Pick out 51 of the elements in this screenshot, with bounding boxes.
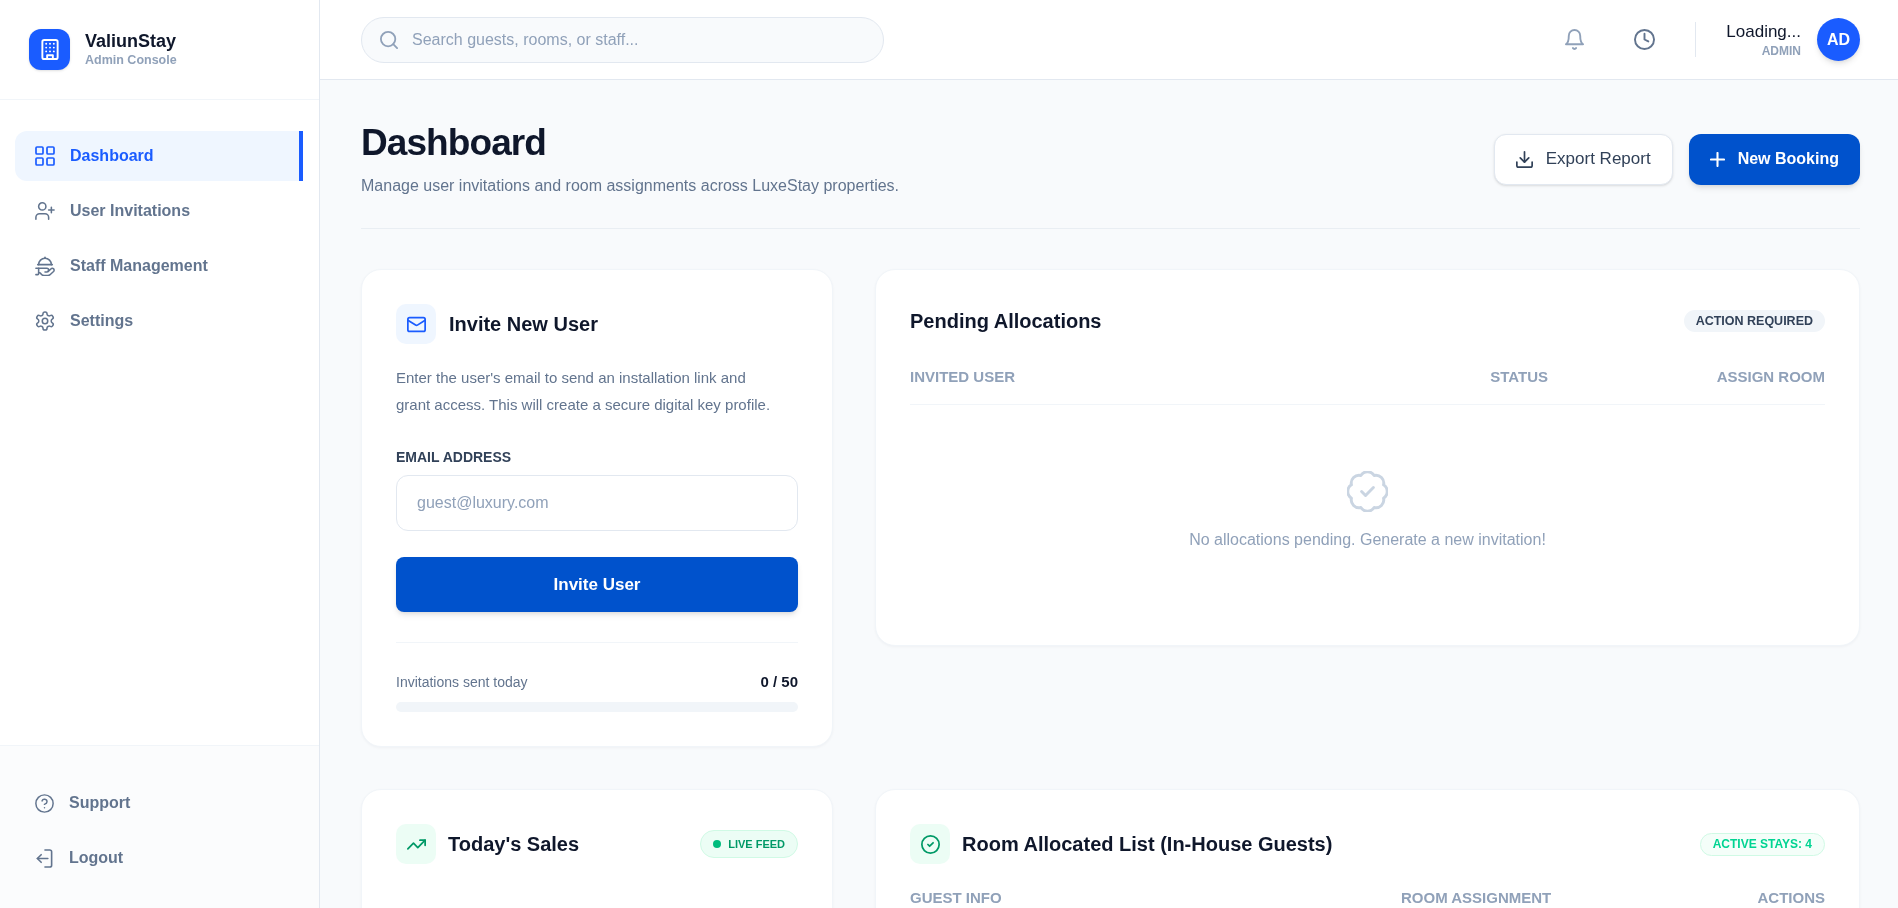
field-label: EMAIL ADDRESS bbox=[396, 448, 513, 467]
logout-icon bbox=[35, 848, 54, 868]
card-title: Invite New User bbox=[449, 312, 598, 337]
column-header: ROOM ASSIGNMENT bbox=[1401, 890, 1553, 906]
trend-up-icon bbox=[396, 824, 436, 864]
card-title: Today's Sales bbox=[448, 832, 580, 857]
quota-label: Invitations sent today bbox=[396, 673, 528, 692]
status-badge: ACTION REQUIRED bbox=[1683, 310, 1825, 332]
status-badge: ACTIVE STAYS: 4 bbox=[1699, 832, 1825, 856]
quota-count: 0 / 50 bbox=[760, 672, 798, 692]
nav-item[interactable]: Support bbox=[15, 778, 303, 828]
badge-check-icon bbox=[1347, 471, 1388, 512]
email-input[interactable]: guest@luxury.com bbox=[396, 475, 798, 531]
badge-label: LIVE FEED bbox=[728, 836, 785, 852]
invite-user-button[interactable]: Invite User bbox=[396, 557, 798, 612]
serving-hand-icon bbox=[35, 256, 55, 276]
settings-icon bbox=[35, 311, 55, 331]
brand-subtitle: Admin Console bbox=[85, 52, 177, 69]
export-button[interactable]: Export Report bbox=[1493, 133, 1673, 185]
user-role: ADMIN bbox=[1761, 42, 1801, 59]
nav-item[interactable]: Dashboard bbox=[15, 131, 303, 181]
card-title: Room Allocated List (In-House Guests) bbox=[962, 832, 1333, 857]
download-icon bbox=[1515, 150, 1533, 168]
mail-icon bbox=[396, 304, 436, 344]
column-header: STATUS bbox=[1490, 367, 1548, 387]
grid-icon bbox=[35, 146, 55, 166]
card-description: Enter the user's email to send an installation link and grant access. This will create a secure digital key profile. bbox=[396, 368, 772, 415]
search-field[interactable]: Search guests, rooms, or staff... bbox=[361, 16, 884, 63]
nav-item[interactable]: Staff Management bbox=[15, 241, 303, 291]
help-icon bbox=[35, 793, 54, 813]
user-name: Loading... bbox=[1726, 20, 1801, 43]
bell-icon[interactable] bbox=[1565, 29, 1585, 50]
user-avatar[interactable]: AD bbox=[1817, 18, 1860, 61]
column-header: ASSIGN ROOM bbox=[1715, 367, 1825, 387]
building-icon bbox=[29, 29, 70, 70]
column-header: GUEST INFO bbox=[910, 890, 1003, 906]
column-header: ACTIONS bbox=[1757, 890, 1825, 906]
nav-item[interactable]: Settings bbox=[15, 296, 303, 346]
clock-icon[interactable] bbox=[1634, 29, 1656, 50]
card-title: Pending Allocations bbox=[910, 309, 1102, 334]
page-title: Dashboard bbox=[361, 121, 547, 165]
column-header: INVITED USER bbox=[910, 367, 1016, 387]
search-icon bbox=[380, 30, 398, 49]
nav-item[interactable]: User Invitations bbox=[15, 186, 303, 236]
plus-icon bbox=[1709, 151, 1725, 167]
brand-name: ValiunStay bbox=[85, 30, 177, 52]
new-booking-button[interactable]: New Booking bbox=[1688, 133, 1860, 185]
user-plus-icon bbox=[35, 201, 55, 221]
nav-item[interactable]: Logout bbox=[15, 833, 303, 883]
empty-state-message: No allocations pending. Generate a new invitation! bbox=[1189, 530, 1546, 550]
page-subtitle: Manage user invitations and room assignments across LuxeStay properties. bbox=[361, 176, 900, 196]
